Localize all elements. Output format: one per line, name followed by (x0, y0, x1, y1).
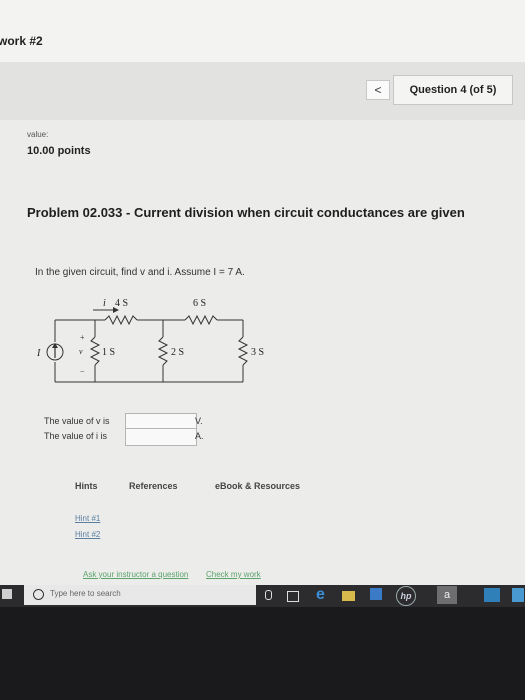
v-answer-label: The value of v is (44, 416, 110, 426)
question-selector[interactable]: Question 4 (of 5) (393, 75, 513, 105)
i-answer-unit: A. (195, 431, 204, 441)
hp-logo-icon[interactable]: hp (396, 586, 416, 606)
v-answer-unit: V. (195, 416, 203, 426)
circuit-diagram: I i v + − 4 S 6 S 1 S 2 S 3 S (36, 298, 264, 383)
tab-references[interactable]: References (129, 481, 178, 491)
problem-title: Problem 02.033 - Current division when c… (27, 205, 465, 220)
check-my-work-link[interactable]: Check my work (206, 570, 261, 579)
source-label: I (36, 348, 41, 359)
g-shunt1-label: 1 S (102, 347, 115, 358)
browser-viewport: work #2 < Question 4 (of 5) value: 10.00… (0, 0, 525, 585)
hint-link-1[interactable]: Hint #1 (75, 514, 100, 523)
i-answer-label: The value of i is (44, 431, 108, 441)
points-value: 10.00 points (27, 145, 91, 157)
g-series2-label: 6 S (193, 298, 206, 309)
store-icon[interactable] (370, 588, 382, 600)
ask-instructor-link[interactable]: Ask your instructor a question (83, 570, 188, 579)
assignment-title: work #2 (0, 34, 43, 48)
previous-question-button[interactable]: < (366, 80, 390, 100)
voltage-minus: − (80, 367, 85, 376)
cortana-icon (33, 589, 44, 600)
assignment-header (0, 0, 525, 62)
app-icon[interactable] (512, 588, 524, 602)
photos-icon[interactable] (484, 588, 500, 602)
microphone-icon[interactable] (261, 588, 275, 602)
task-view-icon[interactable] (287, 591, 299, 602)
points-label: value: (27, 130, 49, 139)
windows-start-icon[interactable] (2, 589, 12, 599)
hint-link-2[interactable]: Hint #2 (75, 530, 100, 539)
current-label: i (103, 298, 106, 309)
i-answer-input[interactable] (125, 428, 197, 446)
g-series1-label: 4 S (115, 298, 128, 309)
voltage-plus: + (80, 333, 85, 342)
voltage-label: v (79, 347, 83, 356)
taskbar-search-placeholder: Type here to search (50, 589, 121, 598)
g-shunt3-label: 3 S (251, 347, 264, 358)
file-explorer-icon[interactable] (342, 591, 355, 601)
amazon-icon[interactable]: a (437, 586, 457, 604)
problem-prompt: In the given circuit, find v and i. Assu… (35, 267, 245, 278)
tab-ebook-resources[interactable]: eBook & Resources (215, 481, 300, 491)
g-shunt2-label: 2 S (171, 347, 184, 358)
tab-hints[interactable]: Hints (75, 481, 98, 491)
edge-browser-icon[interactable]: e (316, 587, 330, 603)
